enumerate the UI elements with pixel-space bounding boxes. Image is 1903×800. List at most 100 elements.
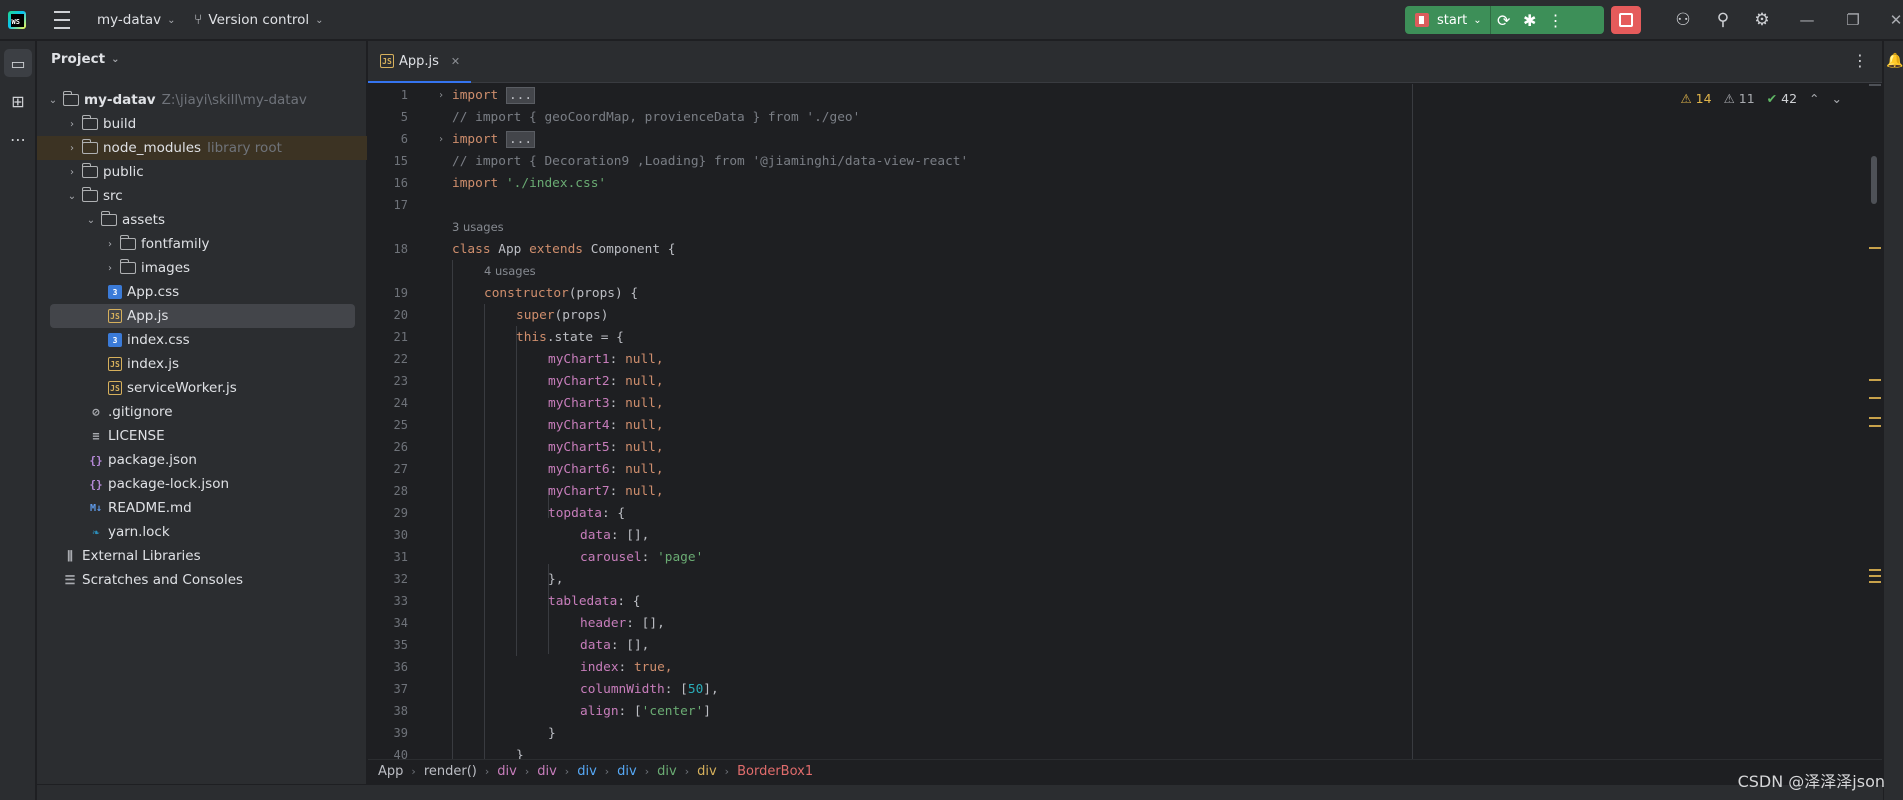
breadcrumb-item[interactable]: BorderBox1	[737, 764, 813, 779]
main-menu-button[interactable]	[52, 0, 72, 40]
tree-item-src[interactable]: ⌄ src	[37, 184, 367, 208]
vcs-widget[interactable]: ⑂ Version control ⌄	[194, 0, 324, 40]
tree-item-app-css[interactable]: 3 App.css	[37, 280, 367, 304]
branch-icon: ⑂	[194, 12, 203, 28]
inlay-usages[interactable]: 4 usages	[368, 260, 1868, 282]
scrollbar-thumb[interactable]	[1871, 156, 1877, 204]
code-line: 38 align: ['center']	[393, 703, 712, 719]
breadcrumb-item[interactable]: render()	[424, 764, 477, 779]
markdown-file-icon: M↓	[89, 502, 103, 514]
settings-gear-icon[interactable]: ⚙	[1750, 8, 1774, 32]
tree-item-build[interactable]: › build	[37, 112, 367, 136]
right-tool-strip: 🔔	[1883, 41, 1903, 800]
run-config-selector[interactable]: start	[1437, 13, 1467, 28]
folder-icon	[81, 139, 98, 154]
code-line: 24 myChart3: null,	[393, 395, 664, 411]
editor-scrollbar[interactable]	[1867, 84, 1881, 760]
tree-item-license[interactable]: ≡ LICENSE	[37, 424, 367, 448]
breadcrumb-item[interactable]: div	[577, 764, 597, 779]
project-name: my-datav	[97, 12, 162, 28]
chevron-down-icon: ⌄	[315, 14, 324, 26]
debug-icon[interactable]: ✱	[1517, 6, 1543, 34]
folder-icon	[119, 259, 136, 274]
restore-icon[interactable]: ❐	[1841, 8, 1865, 32]
collapsed-arrow-icon: ›	[108, 262, 112, 274]
tree-item-public[interactable]: › public	[37, 160, 367, 184]
breadcrumb-item[interactable]: div	[697, 764, 717, 779]
json-file-icon: {}	[89, 477, 103, 491]
tree-item-index-css[interactable]: 3 index.css	[37, 328, 367, 352]
code-line: 17	[393, 198, 408, 212]
tree-item-readme[interactable]: M↓ README.md	[37, 496, 367, 520]
editor-tab-bar: JS App.js ✕ ⋮	[368, 41, 1882, 83]
folder-icon	[81, 163, 98, 178]
stop-button[interactable]	[1611, 6, 1641, 34]
webstorm-logo-icon[interactable]: WS	[8, 11, 26, 29]
folder-icon	[119, 235, 136, 250]
search-icon[interactable]: ⚲	[1711, 8, 1735, 32]
tree-item-root[interactable]: ⌄ my-datav Z:\jiayi\skill\my-datav	[37, 88, 367, 112]
title-bar: WS my-datav ⌄ ⑂ Version control ⌄ start …	[0, 0, 1903, 40]
project-tool-icon[interactable]: ▭	[4, 49, 32, 77]
yarn-file-icon: ❧	[92, 525, 100, 539]
tab-app-js[interactable]: JS App.js ✕	[368, 41, 471, 83]
code-line: 30 data: [],	[393, 527, 650, 543]
tree-item-serviceworker-js[interactable]: JS serviceWorker.js	[37, 376, 367, 400]
project-switcher[interactable]: my-datav ⌄	[97, 0, 176, 40]
tree-item-scratches[interactable]: ☰ Scratches and Consoles	[37, 568, 367, 592]
code-line: 36 index: true,	[393, 659, 673, 675]
project-panel-title[interactable]: Project ⌄	[51, 51, 119, 67]
close-window-icon[interactable]: ✕	[1884, 8, 1903, 32]
tree-item-fontfamily[interactable]: › fontfamily	[37, 232, 367, 256]
code-line: 19 constructor(props) {	[393, 285, 639, 301]
close-tab-icon[interactable]: ✕	[451, 55, 460, 68]
tree-item-external-libraries[interactable]: ⫼ External Libraries	[37, 544, 367, 568]
more-actions-icon[interactable]: ⋮	[1543, 6, 1569, 34]
tree-item-app-js[interactable]: JS App.js	[50, 304, 355, 328]
tree-item-assets[interactable]: ⌄ assets	[37, 208, 367, 232]
fold-arrow-icon[interactable]: ›	[438, 134, 444, 145]
tree-item-yarn-lock[interactable]: ❧ yarn.lock	[37, 520, 367, 544]
collapsed-arrow-icon: ›	[70, 118, 74, 130]
tree-item-index-js[interactable]: JS index.js	[37, 352, 367, 376]
breadcrumb-item[interactable]: div	[617, 764, 637, 779]
tree-item-package-json[interactable]: {} package.json	[37, 448, 367, 472]
tab-actions-icon[interactable]: ⋮	[1852, 51, 1868, 70]
expanded-arrow-icon: ⌄	[86, 214, 96, 226]
breadcrumb: App › render() › div › div › div › div › div › …	[368, 759, 1882, 783]
add-user-icon[interactable]: ⚇	[1671, 8, 1695, 32]
collapsed-arrow-icon: ›	[70, 166, 74, 178]
stop-icon	[1619, 13, 1633, 27]
structure-tool-icon[interactable]: ⊞	[4, 87, 32, 115]
code-line: 16 import './index.css'	[393, 175, 607, 191]
js-file-icon: JS	[108, 309, 122, 323]
code-line: 21 this.state = {	[393, 329, 624, 345]
css-file-icon: 3	[108, 333, 122, 347]
rerun-icon[interactable]: ⟳	[1491, 6, 1517, 34]
breadcrumb-item[interactable]: div	[657, 764, 677, 779]
fold-arrow-icon[interactable]: ›	[438, 90, 444, 101]
breadcrumb-item[interactable]: App	[378, 764, 403, 779]
breadcrumb-item[interactable]: div	[537, 764, 557, 779]
tree-item-gitignore[interactable]: ⊘ .gitignore	[37, 400, 367, 424]
tree-item-package-lock-json[interactable]: {} package-lock.json	[37, 472, 367, 496]
breadcrumb-item[interactable]: div	[497, 764, 517, 779]
notifications-bell-icon[interactable]: 🔔	[1886, 53, 1903, 69]
scratches-icon: ☰	[64, 573, 76, 587]
more-tools-icon[interactable]: ⋯	[4, 125, 32, 153]
library-icon: ⫼	[67, 548, 73, 563]
folder-icon	[100, 211, 117, 226]
collapsed-arrow-icon: ›	[108, 238, 112, 250]
collapsed-arrow-icon: ›	[70, 142, 74, 154]
minimize-icon[interactable]: —	[1795, 8, 1819, 32]
chevron-down-icon[interactable]: ⌄	[1473, 15, 1481, 26]
inlay-usages[interactable]: 3 usages	[368, 216, 1868, 238]
code-editor[interactable]: 1 › import ... 5 // import { geoCoordMap,…	[368, 84, 1868, 760]
tree-item-node-modules[interactable]: › node_modules library root	[37, 136, 367, 160]
project-panel: Project ⌄ ⌄ my-datav Z:\jiayi\skill\my-da…	[37, 41, 367, 800]
code-line: 20 super(props)	[393, 307, 609, 323]
tree-item-images[interactable]: › images	[37, 256, 367, 280]
code-line: 22 myChart1: null,	[393, 351, 664, 367]
code-line: 1 › import ...	[368, 84, 1868, 106]
js-file-icon: JS	[380, 54, 394, 68]
